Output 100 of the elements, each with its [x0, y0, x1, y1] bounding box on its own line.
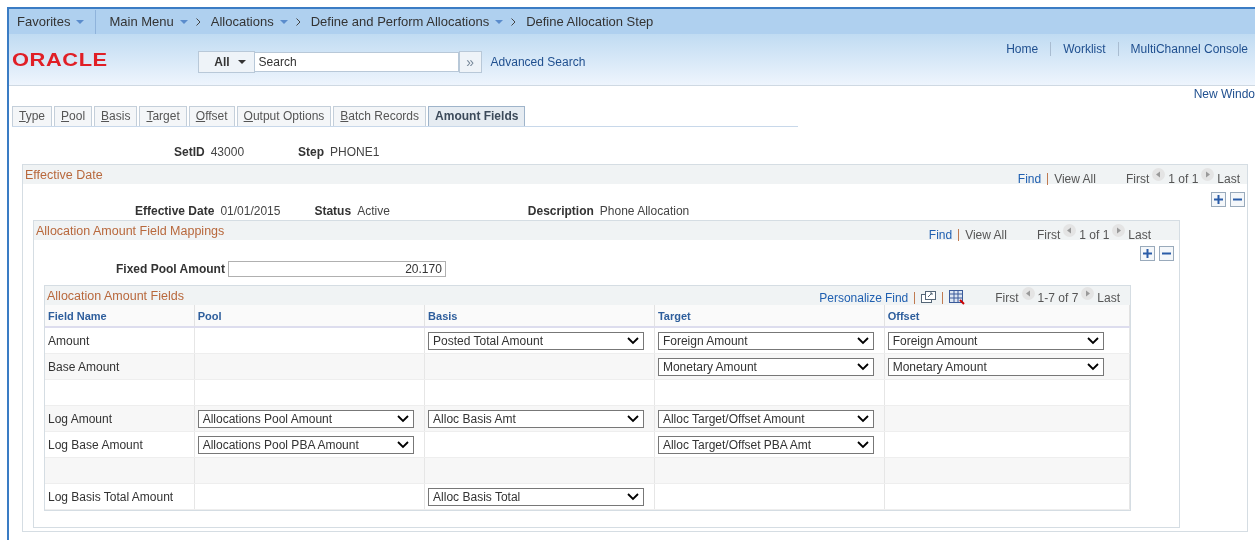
breadcrumb-item[interactable]: Main Menu: [106, 14, 191, 29]
next-icon[interactable]: [1201, 168, 1215, 181]
last-label: Last: [1217, 171, 1240, 186]
field-name: Log Basis Total Amount: [48, 489, 174, 504]
caret-icon: [279, 19, 288, 24]
add-row-button[interactable]: [1211, 192, 1226, 207]
tab[interactable]: Offset: [188, 106, 235, 126]
tab[interactable]: Amount Fields: [428, 106, 526, 126]
view-all-link[interactable]: View All: [1054, 171, 1096, 186]
chevron-down-icon: [396, 440, 409, 449]
find-link[interactable]: Find: [1017, 171, 1042, 186]
caret-icon: [495, 19, 504, 24]
select-dropdown[interactable]: Alloc Basis Amt: [428, 409, 645, 428]
row-count: 1-7 of 7: [1037, 290, 1079, 305]
add-row-button[interactable]: [1140, 246, 1155, 261]
plus-icon: [1214, 195, 1223, 204]
field-label: Effective Date: [135, 204, 215, 218]
section-title: Allocation Amount Field Mappings: [36, 223, 225, 238]
field-name: Base Amount: [48, 359, 120, 374]
chevron-right-icon: [195, 17, 201, 26]
field-label: Status: [314, 204, 352, 218]
select-dropdown[interactable]: Allocations Pool PBA Amount: [197, 435, 414, 454]
find-link[interactable]: Find: [928, 227, 953, 242]
chevron-down-icon: [627, 336, 640, 345]
previous-icon[interactable]: [1063, 224, 1077, 237]
row-count: 1 of 1: [1079, 227, 1110, 242]
caret-icon: [237, 60, 246, 64]
select-dropdown[interactable]: Posted Total Amount: [428, 331, 645, 350]
previous-icon[interactable]: [1021, 287, 1035, 300]
field-value: Active: [357, 204, 390, 218]
select-dropdown[interactable]: Monetary Amount: [657, 357, 874, 376]
header-link[interactable]: Home: [1006, 42, 1039, 56]
download-grid-icon[interactable]: [949, 290, 966, 305]
key-label: Step: [298, 145, 325, 159]
advanced-search-link[interactable]: Advanced Search: [490, 55, 586, 69]
field-name: Log Amount: [48, 411, 113, 426]
field-label: Description: [527, 204, 594, 218]
key-value: PHONE1: [330, 145, 380, 159]
last-label: Last: [1097, 290, 1120, 305]
search-scope-dropdown[interactable]: All: [198, 51, 255, 73]
column-header: Basis: [424, 305, 655, 327]
tab[interactable]: Type: [12, 106, 53, 126]
tab[interactable]: Basis: [94, 106, 138, 126]
tab[interactable]: Target: [139, 106, 187, 126]
header-link[interactable]: MultiChannel Console: [1130, 42, 1248, 56]
column-header: Offset: [884, 305, 1130, 327]
chevron-down-icon: [856, 440, 869, 449]
key-label: SetID: [174, 145, 205, 159]
tab[interactable]: Output Options: [236, 106, 332, 126]
tab[interactable]: Pool: [54, 106, 93, 126]
select-dropdown[interactable]: Alloc Target/Offset Amount: [657, 409, 874, 428]
grid-title: Allocation Amount Fields: [47, 288, 184, 303]
chevron-down-icon: [627, 492, 640, 501]
key-value: 43000: [210, 145, 245, 159]
select-dropdown[interactable]: Alloc Basis Total: [428, 487, 645, 506]
field-label: Fixed Pool Amount: [116, 262, 225, 276]
select-dropdown[interactable]: Monetary Amount: [887, 357, 1104, 376]
section-title: Effective Date: [25, 167, 103, 182]
view-all-link[interactable]: View All: [965, 227, 1007, 242]
header-link[interactable]: Worklist: [1063, 42, 1106, 56]
chevron-right-icon: [511, 17, 517, 26]
chevron-down-icon: [1086, 336, 1099, 345]
breadcrumb-item[interactable]: Define and Perform Allocations: [290, 14, 507, 29]
breadcrumb-item[interactable]: Define Allocation Step: [506, 14, 657, 29]
chevron-right-icon: [295, 17, 301, 26]
breadcrumb-item[interactable]: Favorites: [14, 14, 88, 29]
field-value: 01/01/2015: [220, 204, 281, 218]
next-icon[interactable]: [1081, 287, 1095, 300]
select-dropdown[interactable]: Foreign Amount: [657, 331, 874, 350]
delete-row-button[interactable]: [1230, 192, 1245, 207]
next-icon[interactable]: [1112, 224, 1126, 237]
last-label: Last: [1128, 227, 1151, 242]
select-dropdown[interactable]: Allocations Pool Amount: [197, 409, 414, 428]
chevron-down-icon: [396, 414, 409, 423]
first-label: First: [1036, 227, 1061, 242]
fixed-pool-amount-field[interactable]: 20.170: [227, 261, 446, 277]
personalize-link[interactable]: Personalize: [819, 290, 882, 305]
caret-icon: [76, 19, 85, 24]
oracle-logo: ORACLE: [12, 50, 108, 70]
plus-icon: [1143, 249, 1152, 258]
row-count: 1 of 1: [1168, 171, 1199, 186]
first-label: First: [1125, 171, 1150, 186]
column-header: Field Name: [45, 305, 195, 327]
select-dropdown[interactable]: Foreign Amount: [887, 331, 1104, 350]
previous-icon[interactable]: [1152, 168, 1166, 181]
zoom-window-icon[interactable]: [921, 291, 937, 304]
caret-icon: [179, 19, 188, 24]
chevron-down-icon: [856, 362, 869, 371]
chevron-down-icon: [1086, 362, 1099, 371]
column-header: Target: [654, 305, 885, 327]
field-value: Phone Allocation: [599, 204, 690, 218]
first-label: First: [995, 290, 1019, 305]
select-dropdown[interactable]: Alloc Target/Offset PBA Amt: [657, 435, 874, 454]
new-window-link[interactable]: New Windo: [1193, 87, 1255, 105]
breadcrumb-item[interactable]: Allocations: [190, 14, 291, 29]
column-header: Pool: [194, 305, 425, 327]
search-field[interactable]: Search: [254, 52, 459, 72]
tab[interactable]: Batch Records: [333, 106, 427, 126]
delete-row-button[interactable]: [1159, 246, 1174, 261]
find-link[interactable]: Find: [884, 290, 909, 305]
